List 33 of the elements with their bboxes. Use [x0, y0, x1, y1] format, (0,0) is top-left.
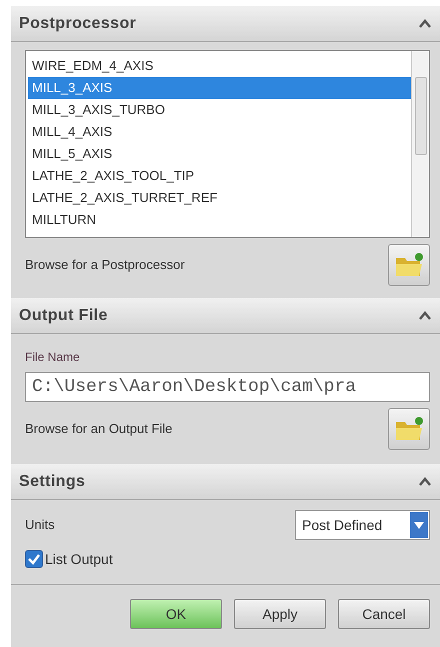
list-item[interactable]: WIRE_EDM_4_AXIS [28, 55, 411, 77]
field-label: File Name [25, 349, 81, 366]
units-dropdown[interactable]: Post Defined [295, 510, 430, 540]
section-header[interactable]: Postprocessor [11, 6, 440, 42]
dialog-button[interactable]: Cancel [338, 599, 430, 629]
scrollbar[interactable] [411, 51, 429, 237]
section-header[interactable]: Settings [11, 464, 440, 500]
section-title: Settings [19, 472, 86, 492]
list-item[interactable]: MILL_3_AXIS_TURBO [28, 99, 411, 121]
collapse-caret-icon[interactable] [418, 310, 432, 320]
browse-label: Browse for a Postprocessor [25, 256, 185, 274]
dialog-button[interactable]: Apply [234, 599, 326, 629]
section-header[interactable]: Output File [11, 298, 440, 334]
folder-icon [394, 416, 424, 442]
collapse-caret-icon[interactable] [418, 476, 432, 486]
checkbox[interactable] [25, 550, 43, 568]
ok-button[interactable]: OK [130, 599, 222, 629]
list-item[interactable]: LATHE_2_AXIS_TURRET_REF [28, 187, 411, 209]
browse-label: Browse for an Output File [25, 420, 172, 438]
folder-button[interactable] [388, 408, 430, 450]
section-title: Postprocessor [19, 14, 136, 34]
list-item[interactable]: MILLTURN [28, 209, 411, 231]
list-item[interactable]: MILL_5_AXIS [28, 143, 411, 165]
file-name-field[interactable]: C:\Users\Aaron\Desktop\cam\pra [25, 372, 430, 402]
units-label: Units [25, 516, 55, 534]
list-item[interactable]: MILL_4_AXIS [28, 121, 411, 143]
checkbox-label: List Output [45, 550, 113, 569]
folder-button[interactable] [388, 244, 430, 286]
list-item[interactable]: LATHE_2_AXIS_TOOL_TIP [28, 165, 411, 187]
list-item[interactable]: MILL_3_AXIS [28, 77, 411, 99]
section-title: Output File [19, 306, 108, 326]
folder-icon [394, 252, 424, 278]
collapse-caret-icon[interactable] [418, 18, 432, 28]
